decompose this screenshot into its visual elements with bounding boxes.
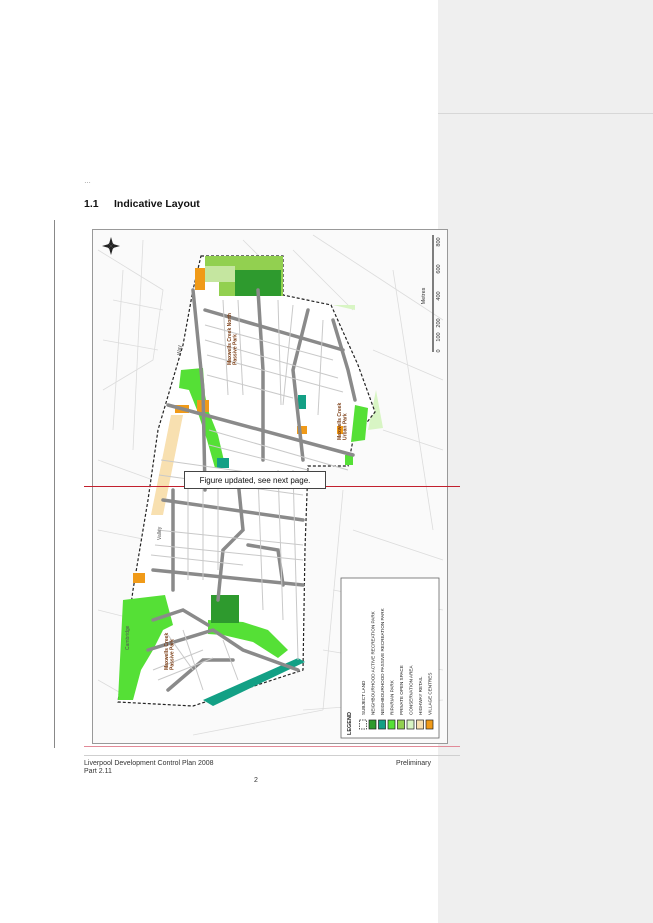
- scale-tick-800: 800: [436, 237, 442, 246]
- village-centre: [195, 268, 205, 290]
- legend-swatch: [397, 719, 405, 730]
- scale-tick-600: 600: [436, 264, 442, 273]
- footer-document-info: Liverpool Development Control Plan 2008 …: [84, 760, 214, 776]
- legend-label: NEIGHBOURHOOD ACTIVE RECREATION PARK: [371, 610, 376, 715]
- passive-recreation-park: [217, 458, 229, 468]
- footer-rule: [84, 746, 460, 747]
- footer-status: Preliminary: [396, 760, 432, 767]
- section-title: Indicative Layout: [114, 198, 200, 210]
- paragraph-marker: …: [84, 178, 92, 185]
- comment-pane: [438, 0, 653, 923]
- scale-tick-0: 0: [436, 349, 442, 352]
- legend-label: RIPARIAN PARK: [390, 679, 395, 715]
- legend-swatch: [378, 719, 386, 730]
- page-number: 2: [254, 777, 258, 784]
- section-heading: 1.1 Indicative Layout: [84, 198, 200, 210]
- legend-swatch: [406, 719, 415, 730]
- scale-unit: Metres: [421, 287, 427, 304]
- label-road-cambridge: Cambridge: [125, 625, 131, 650]
- active-recreation-park: [211, 595, 239, 623]
- legend-title: LEGEND: [347, 712, 353, 735]
- scale-tick-400: 400: [436, 291, 442, 300]
- scale-bar: 800 600 400 200 100 0 Metres: [421, 235, 442, 353]
- label-road-valley: Valley: [157, 526, 163, 540]
- footer-rule: [84, 755, 460, 756]
- village-centre: [133, 573, 145, 583]
- scale-tick-200: 200: [436, 318, 442, 327]
- legend-label: CONSERVATION AREA: [409, 665, 414, 715]
- legend-swatch: [425, 719, 434, 730]
- scale-tick-100: 100: [436, 332, 442, 341]
- change-bar: [54, 220, 55, 748]
- legend-label: VILLAGE CENTRES: [428, 673, 433, 715]
- conservation-area: [333, 305, 355, 310]
- figure-update-note: Figure updated, see next page.: [184, 471, 326, 489]
- riparian-park: [345, 455, 353, 465]
- legend-label: HIGHWAY RETAIL: [418, 676, 423, 715]
- legend-swatch: [387, 719, 396, 730]
- private-open-space: [205, 266, 235, 282]
- north-arrow-icon: [102, 237, 120, 255]
- legend-swatch: [416, 719, 424, 730]
- map-legend: LEGEND SUBJECT LAND NEIGHBOURHOOD ACTIVE …: [340, 577, 440, 739]
- legend-label: PRIVATE OPEN SPACE: [399, 665, 404, 715]
- comment-pane-divider: [438, 113, 653, 114]
- passive-recreation-park: [298, 395, 306, 409]
- footer-title: Liverpool Development Control Plan 2008: [84, 760, 214, 767]
- legend-label: SUBJECT LAND: [361, 680, 366, 715]
- label-road-way: Way: [177, 345, 183, 355]
- legend-label: NEIGHBOURHOOD PASSIVE RECREATION PARK: [380, 607, 385, 715]
- legend-swatch: [368, 719, 377, 730]
- section-number: 1.1: [84, 198, 99, 210]
- legend-swatch: [359, 719, 367, 730]
- footer-part: Part 2.11: [84, 768, 112, 775]
